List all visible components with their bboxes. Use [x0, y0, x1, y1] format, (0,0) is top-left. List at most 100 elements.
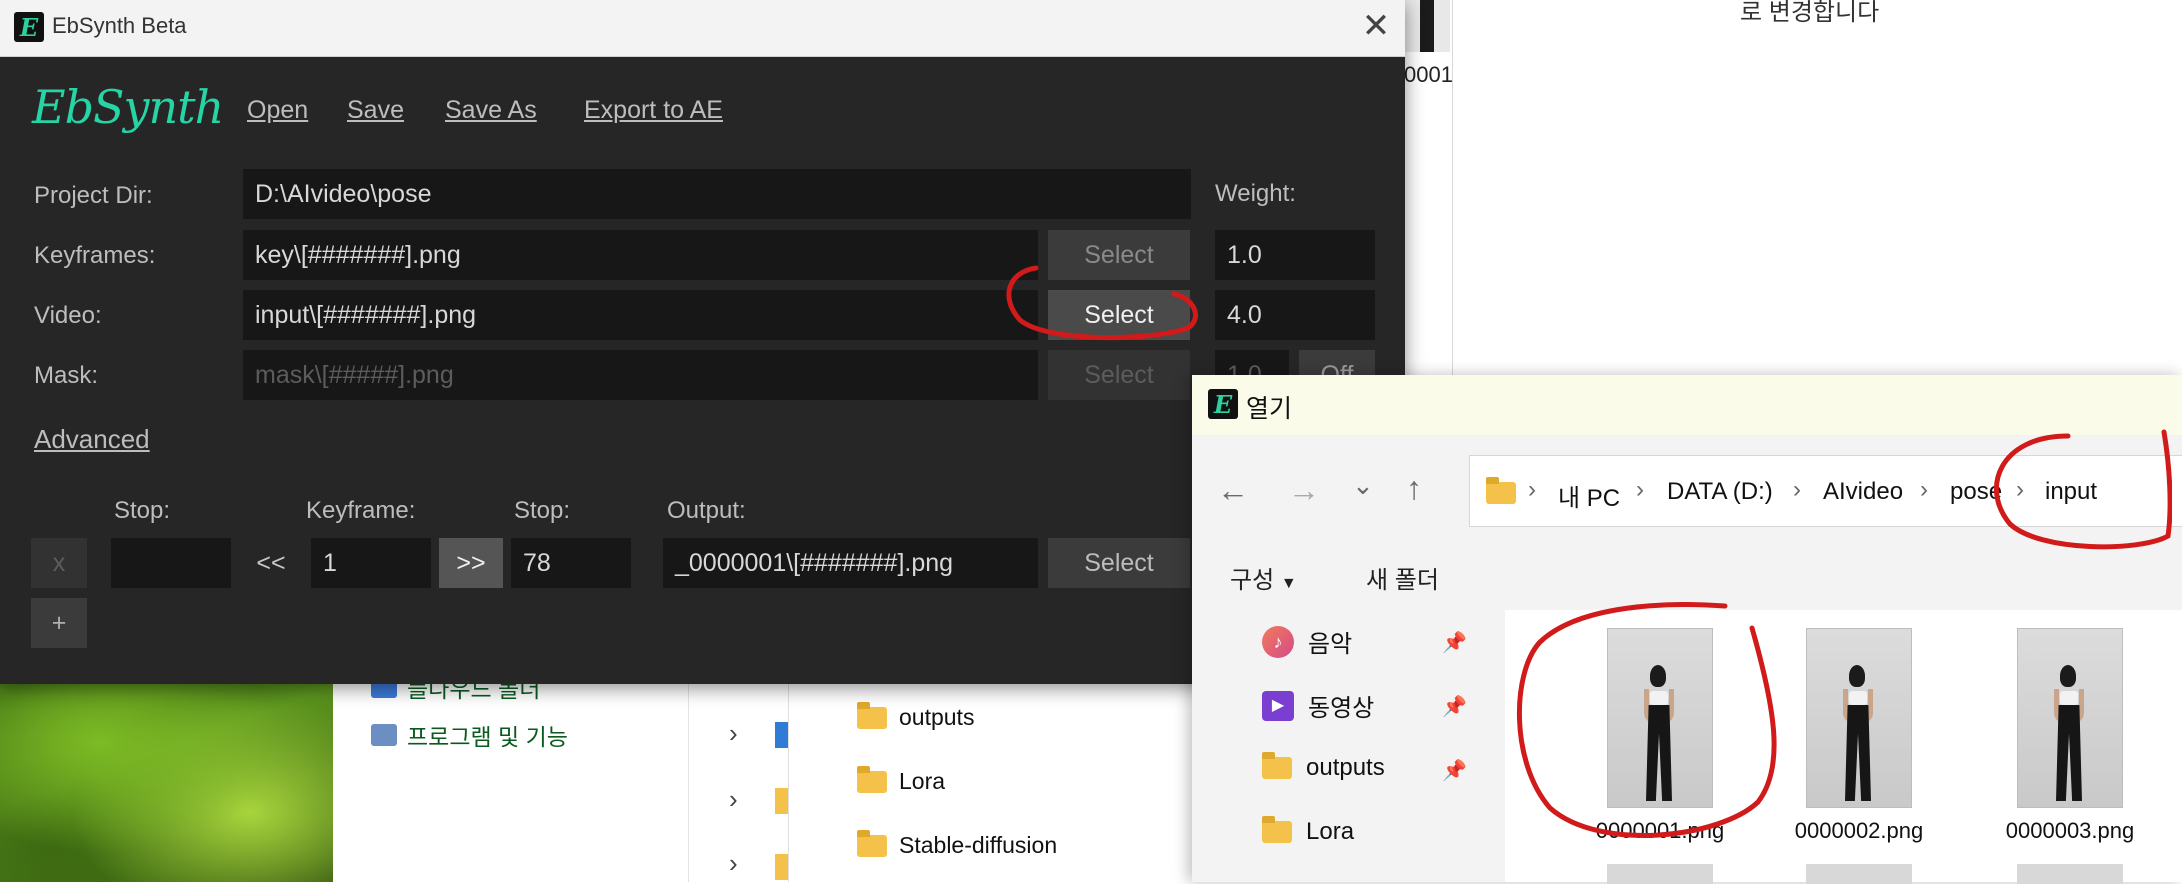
folder-label: outputs — [899, 704, 975, 730]
stop-header: Stop: — [114, 497, 171, 524]
image-thumbnail — [1806, 628, 1912, 808]
mask-select-button[interactable]: Select — [1048, 350, 1190, 400]
nav-item-label: Lora — [1306, 818, 1355, 845]
keyframe-field[interactable]: 1 — [311, 538, 431, 588]
image-thumbnail — [2017, 628, 2123, 808]
keyframes-label: Keyframes: — [34, 242, 156, 269]
add-keyframe-button[interactable]: + — [31, 598, 87, 648]
breadcrumb-item[interactable]: DATA (D:) — [1667, 478, 1773, 506]
folder-icon — [857, 829, 887, 857]
annotation-circle-path — [1993, 429, 2172, 550]
prev-keyframe-button[interactable]: << — [243, 538, 299, 588]
output-field[interactable]: _0000001\[#######].png — [663, 538, 1038, 588]
stop2-field[interactable]: 78 — [511, 538, 631, 588]
ebsynth-app-icon: E — [1208, 389, 1238, 419]
remove-keyframe-button[interactable]: x — [31, 538, 87, 588]
output-header: Output: — [667, 497, 746, 524]
menu-save-as[interactable]: Save As — [445, 96, 537, 125]
nav-item-lora[interactable]: Lora — [1262, 816, 1355, 846]
breadcrumb-separator: › — [1920, 476, 1928, 503]
new-folder-button[interactable]: 새 폴더 — [1366, 560, 1439, 595]
pin-icon[interactable]: 📌 — [1442, 694, 1467, 719]
nav-item-label: 동영상 — [1308, 695, 1375, 722]
ebsynth-app-icon: E — [14, 12, 44, 42]
chevron-right-icon[interactable]: › — [729, 848, 738, 879]
partial-thumbnail — [2017, 864, 2123, 884]
nav-item-label: outputs — [1306, 754, 1385, 781]
annotation-circle-select — [1006, 265, 1198, 341]
folder-icon — [775, 854, 789, 880]
stop-field[interactable] — [111, 538, 231, 588]
folder-label: Stable-diffusion — [899, 832, 1058, 858]
output-select-button[interactable]: Select — [1048, 538, 1190, 588]
project-dir-field[interactable]: D:\AIvideo\pose — [243, 169, 1191, 219]
close-icon[interactable]: ✕ — [1356, 6, 1396, 46]
project-dir-label: Project Dir: — [34, 182, 153, 209]
video-field[interactable]: input\[#######].png — [243, 290, 1038, 340]
keyframe-header: Keyframe: — [306, 497, 416, 524]
window-title: EbSynth Beta — [52, 13, 187, 38]
mask-label: Mask: — [34, 362, 99, 389]
breadcrumb-item[interactable]: AIvideo — [1823, 478, 1903, 506]
menu-open[interactable]: Open — [247, 96, 308, 125]
weight-label: Weight: — [1215, 180, 1296, 207]
organize-label: 구성 — [1230, 567, 1275, 594]
up-arrow-icon[interactable]: ↑ — [1406, 470, 1422, 507]
folder-icon — [857, 701, 887, 729]
document-thumbnail — [1404, 0, 1450, 52]
next-keyframe-button[interactable]: >> — [439, 538, 503, 588]
menu-save[interactable]: Save — [347, 96, 404, 125]
folder-icon — [775, 788, 789, 814]
file-name: 0000003.png — [2005, 818, 2135, 843]
video-icon: ▶ — [1262, 690, 1294, 721]
organize-button[interactable]: 구성 ▼ — [1230, 560, 1297, 595]
file-item[interactable]: 0000002.png — [1759, 628, 1959, 844]
nav-item-video[interactable]: ▶ 동영상 — [1262, 688, 1374, 723]
keyframes-weight-field[interactable]: 1.0 — [1215, 230, 1375, 280]
breadcrumb-separator: › — [1528, 476, 1536, 503]
breadcrumb-separator: › — [1793, 476, 1801, 503]
file-name: 0000002.png — [1794, 818, 1924, 843]
drive-icon — [775, 722, 789, 748]
folder-icon — [1262, 752, 1292, 779]
forward-arrow-icon[interactable]: → — [1288, 472, 1320, 509]
caret-down-icon: ▼ — [1280, 575, 1297, 592]
pin-icon[interactable]: 📌 — [1442, 758, 1467, 783]
desktop-wallpaper — [0, 650, 333, 882]
list-item-label: 프로그램 및 기능 — [407, 724, 568, 750]
chevron-right-icon[interactable]: › — [729, 718, 738, 749]
nav-item-label: 음악 — [1308, 631, 1353, 658]
folder-item[interactable]: Stable-diffusion — [857, 829, 1058, 859]
dialog-title: 열기 — [1246, 395, 1293, 423]
folder-label: Lora — [899, 768, 946, 794]
mask-field[interactable]: mask\[#####].png — [243, 350, 1038, 400]
partial-thumbnail — [1806, 864, 1912, 884]
folder-icon — [1486, 477, 1516, 504]
nav-item-outputs[interactable]: outputs — [1262, 752, 1385, 782]
file-item[interactable]: 0000003.png — [1970, 628, 2170, 844]
folder-item[interactable]: Lora — [857, 765, 946, 795]
folder-icon — [857, 765, 887, 793]
partial-thumbnail — [1607, 864, 1713, 884]
video-weight-field[interactable]: 4.0 — [1215, 290, 1375, 340]
menu-export-to-ae[interactable]: Export to AE — [584, 96, 723, 125]
back-arrow-icon[interactable]: ← — [1217, 472, 1249, 509]
breadcrumb-separator: › — [1636, 476, 1644, 503]
stop2-header: Stop: — [514, 497, 571, 524]
nav-item-music[interactable]: ♪ 음악 — [1262, 624, 1352, 659]
dialog-titlebar[interactable]: E — [1192, 375, 2182, 435]
folder-icon — [1262, 816, 1292, 843]
annotation-circle-thumbnail — [1517, 602, 1777, 838]
dialog-command-bar — [1192, 545, 2182, 605]
recent-locations-chevron-icon[interactable]: ⌄ — [1352, 470, 1374, 501]
breadcrumb-item[interactable]: 내 PC — [1558, 478, 1620, 513]
document-divider — [1452, 0, 1453, 375]
folder-item[interactable]: outputs — [857, 701, 975, 731]
advanced-link[interactable]: Advanced — [34, 424, 150, 455]
background-control-panel: 플다우드 폴더 프로그램 및 기능 — [333, 650, 688, 882]
pin-icon[interactable]: 📌 — [1442, 630, 1467, 655]
ebsynth-titlebar[interactable]: E — [0, 0, 1405, 57]
chevron-right-icon[interactable]: › — [729, 784, 738, 815]
list-item[interactable]: 프로그램 및 기능 — [371, 718, 568, 752]
keyframes-field[interactable]: key\[#######].png — [243, 230, 1038, 280]
